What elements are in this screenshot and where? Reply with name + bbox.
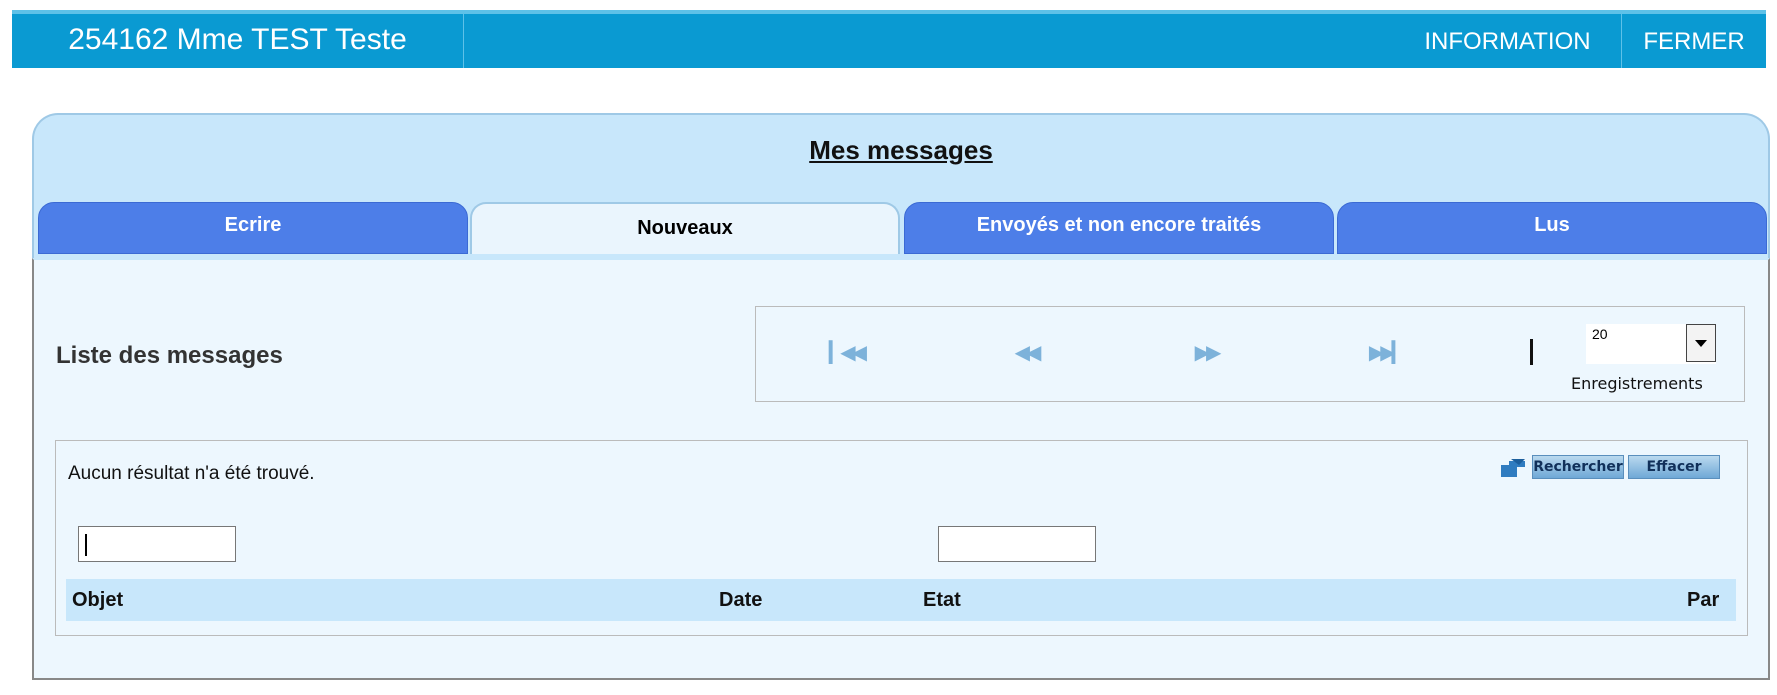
top-bar: 254162 Mme TEST Teste INFORMATION FERMER [12, 10, 1766, 68]
state-filter-field[interactable] [939, 527, 1095, 561]
chevron-down-icon [1695, 340, 1707, 347]
search-button[interactable]: Rechercher [1532, 455, 1624, 479]
state-filter-input[interactable] [938, 526, 1096, 562]
list-title: Liste des messages [56, 342, 283, 369]
page-size-value: 20 [1592, 326, 1608, 342]
object-filter-input[interactable] [78, 526, 236, 562]
previous-page-icon[interactable]: ◀◀ [1006, 341, 1046, 365]
pager-separator [1530, 339, 1533, 365]
object-filter-field[interactable] [79, 527, 235, 561]
no-result-message: Aucun résultat n'a été trouvé. [68, 463, 315, 484]
tab-nouveaux[interactable]: Nouveaux [470, 202, 900, 254]
table-header: Objet Date Etat Par [66, 579, 1736, 621]
first-page-icon[interactable]: ▎◀◀ [826, 341, 867, 365]
column-par[interactable]: Par [1687, 579, 1719, 621]
search-arrow-icon[interactable] [1499, 457, 1527, 479]
clear-button[interactable]: Effacer [1628, 455, 1720, 479]
page-size-label: Enregistrements [1571, 374, 1703, 393]
page-size-select[interactable]: 20 [1586, 324, 1716, 364]
tab-ecrire[interactable]: Ecrire [38, 202, 468, 254]
tab-envoyes[interactable]: Envoyés et non encore traités [904, 202, 1334, 254]
column-etat[interactable]: Etat [923, 579, 961, 621]
pagination-bar: ▎◀◀ ◀◀ ▶▶ ▶▶▎ 20 Enregistrements [755, 306, 1745, 402]
information-button[interactable]: INFORMATION [1394, 14, 1622, 68]
tab-lus[interactable]: Lus [1337, 202, 1767, 254]
page-title: Mes messages [809, 135, 993, 165]
next-page-icon[interactable]: ▶▶ [1186, 341, 1226, 365]
patient-name: 254162 Mme TEST Teste [12, 14, 464, 68]
column-objet[interactable]: Objet [72, 579, 123, 621]
close-button[interactable]: FERMER [1622, 14, 1766, 68]
last-page-icon[interactable]: ▶▶▎ [1366, 341, 1407, 365]
results-panel: Aucun résultat n'a été trouvé. Recherche… [55, 440, 1748, 636]
dropdown-button[interactable] [1686, 324, 1716, 362]
text-cursor [85, 534, 87, 556]
top-border [0, 0, 1777, 10]
column-date[interactable]: Date [719, 579, 762, 621]
